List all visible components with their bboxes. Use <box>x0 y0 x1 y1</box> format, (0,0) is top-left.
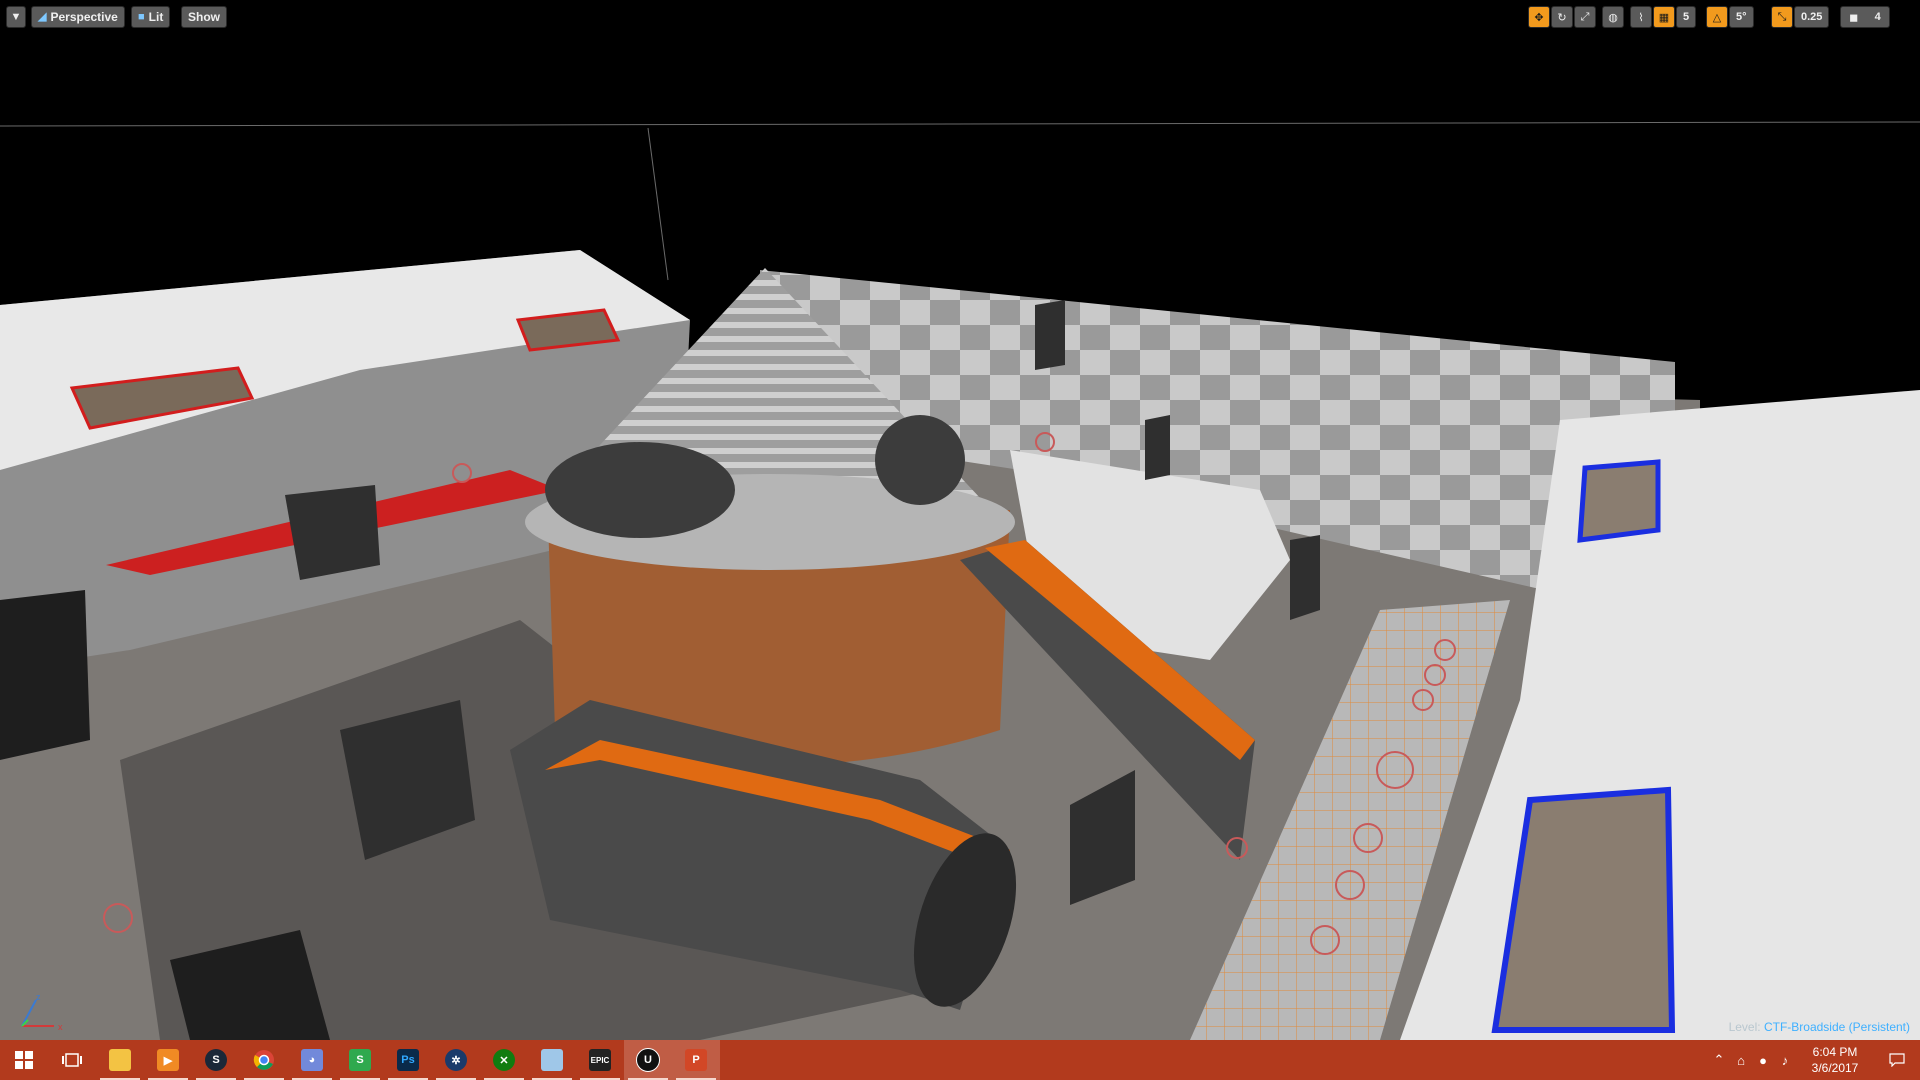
perspective-icon: ◢ <box>38 11 47 23</box>
angle-icon: △ <box>1712 11 1722 24</box>
taskbar-steam[interactable]: S <box>192 1040 240 1080</box>
photoshop-icon: Ps <box>397 1049 419 1071</box>
droplet-icon[interactable]: ● <box>1752 1053 1774 1068</box>
move-icon: ✥ <box>1534 11 1544 24</box>
rotation-snap-value[interactable]: 5° <box>1729 6 1754 28</box>
taskbar-discord[interactable]: ◕ <box>288 1040 336 1080</box>
action-center-button[interactable] <box>1874 1053 1920 1067</box>
scale-tool-button[interactable]: ⤢ <box>1574 6 1596 28</box>
taskbar-app-10[interactable] <box>528 1040 576 1080</box>
perspective-label: Perspective <box>50 10 118 24</box>
folder-icon <box>109 1049 131 1071</box>
taskbar-file-explorer[interactable] <box>96 1040 144 1080</box>
scale-snap-icon: ⤡ <box>1777 10 1787 23</box>
windows-icon <box>15 1051 33 1069</box>
wheel-icon: ✲ <box>445 1049 467 1071</box>
world-local-toggle[interactable]: ◍ <box>1602 6 1624 28</box>
show-button[interactable]: Show <box>181 6 227 28</box>
rotate-tool-button[interactable]: ↻ <box>1551 6 1573 28</box>
clock[interactable]: 6:04 PM 3/6/2017 <box>1796 1044 1874 1076</box>
camera-speed-value: 4 <box>1874 11 1881 23</box>
scene-guide-line <box>647 127 669 281</box>
camera-speed-button[interactable]: ◼ 4 <box>1840 6 1890 28</box>
surface-snap-button[interactable]: ⌇ <box>1630 6 1652 28</box>
notification-icon <box>1889 1053 1905 1067</box>
task-view-button[interactable] <box>48 1040 96 1080</box>
lit-button[interactable]: ■ Lit <box>131 6 171 28</box>
taskbar-powerpoint[interactable]: P <box>672 1040 720 1080</box>
taskbar-chrome[interactable] <box>240 1040 288 1080</box>
taskbar-skype[interactable]: S <box>336 1040 384 1080</box>
taskbar-app-8[interactable]: ✲ <box>432 1040 480 1080</box>
scene-render[interactable] <box>0 0 1920 1040</box>
axis-gizmo: x z <box>21 992 63 1032</box>
camera-icon: ◼ <box>1849 11 1859 24</box>
steam-icon: S <box>205 1049 227 1071</box>
scale-snap-value[interactable]: 0.25 <box>1794 6 1830 28</box>
scale-snap-toggle[interactable]: ⤡ <box>1771 6 1793 28</box>
level-name: CTF-Broadside (Persistent) <box>1763 1020 1910 1034</box>
grid-icon: ▦ <box>1658 11 1670 24</box>
unreal-icon: U <box>636 1048 660 1072</box>
viewport-menu-button[interactable]: ▼ <box>6 6 26 28</box>
grid-snap-toggle[interactable]: ▦ <box>1653 6 1675 28</box>
axis-x-label: x <box>58 1022 63 1032</box>
skype-icon: S <box>349 1049 371 1071</box>
taskbar-xbox[interactable]: ✕ <box>480 1040 528 1080</box>
clock-time: 6:04 PM <box>1812 1045 1858 1059</box>
rotate-icon: ↻ <box>1557 11 1567 24</box>
grid-snap-value[interactable]: 5 <box>1676 6 1697 28</box>
axis-z-label: z <box>36 992 41 1002</box>
taskbar-unreal-engine[interactable]: U <box>624 1040 672 1080</box>
tile-icon <box>541 1049 563 1071</box>
globe-icon: ◍ <box>1608 11 1618 24</box>
chrome-icon <box>253 1050 274 1070</box>
clock-date: 3/6/2017 <box>1811 1061 1859 1075</box>
taskbar-media[interactable]: ▶ <box>144 1040 192 1080</box>
xbox-icon: ✕ <box>493 1049 515 1071</box>
chevron-down-icon: ▼ <box>10 11 22 23</box>
level-indicator: Level: CTF-Broadside (Persistent) <box>1729 1020 1910 1034</box>
taskbar-photoshop[interactable]: Ps <box>384 1040 432 1080</box>
powerpoint-icon: P <box>685 1049 707 1071</box>
rotation-snap-toggle[interactable]: △ <box>1706 6 1728 28</box>
discord-icon: ◕ <box>301 1049 323 1071</box>
epic-games-icon: EPIC <box>589 1049 611 1071</box>
scale-icon: ⤢ <box>1580 10 1590 23</box>
network-icon[interactable]: ⌂ <box>1730 1053 1752 1068</box>
translate-tool-button[interactable]: ✥ <box>1528 6 1550 28</box>
media-player-icon: ▶ <box>157 1049 179 1071</box>
level-prefix: Level: <box>1728 1020 1761 1034</box>
cube-icon: ■ <box>138 11 145 23</box>
level-viewport[interactable]: ▼ ◢ Perspective ■ Lit Show ✥ ↻ ⤢ ◍ ⌇ ▦ 5… <box>0 0 1920 1040</box>
chevron-up-icon[interactable]: ⌃ <box>1708 1052 1730 1068</box>
show-label: Show <box>188 10 220 24</box>
lit-label: Lit <box>148 10 164 24</box>
windows-taskbar: ▶ S ◕ S Ps ✲ ✕ EPIC U P ⌃ ⌂ ● ♪ 6:04 PM … <box>0 1040 1920 1080</box>
surface-snap-icon: ⌇ <box>1638 11 1644 24</box>
task-view-icon <box>62 1053 82 1067</box>
taskbar-epic-games[interactable]: EPIC <box>576 1040 624 1080</box>
perspective-button[interactable]: ◢ Perspective <box>31 6 125 28</box>
scene-horizon-line <box>0 121 1920 127</box>
system-tray: ⌃ ⌂ ● ♪ 6:04 PM 3/6/2017 <box>1708 1040 1920 1080</box>
start-button[interactable] <box>0 1040 48 1080</box>
volume-icon[interactable]: ♪ <box>1774 1053 1796 1068</box>
